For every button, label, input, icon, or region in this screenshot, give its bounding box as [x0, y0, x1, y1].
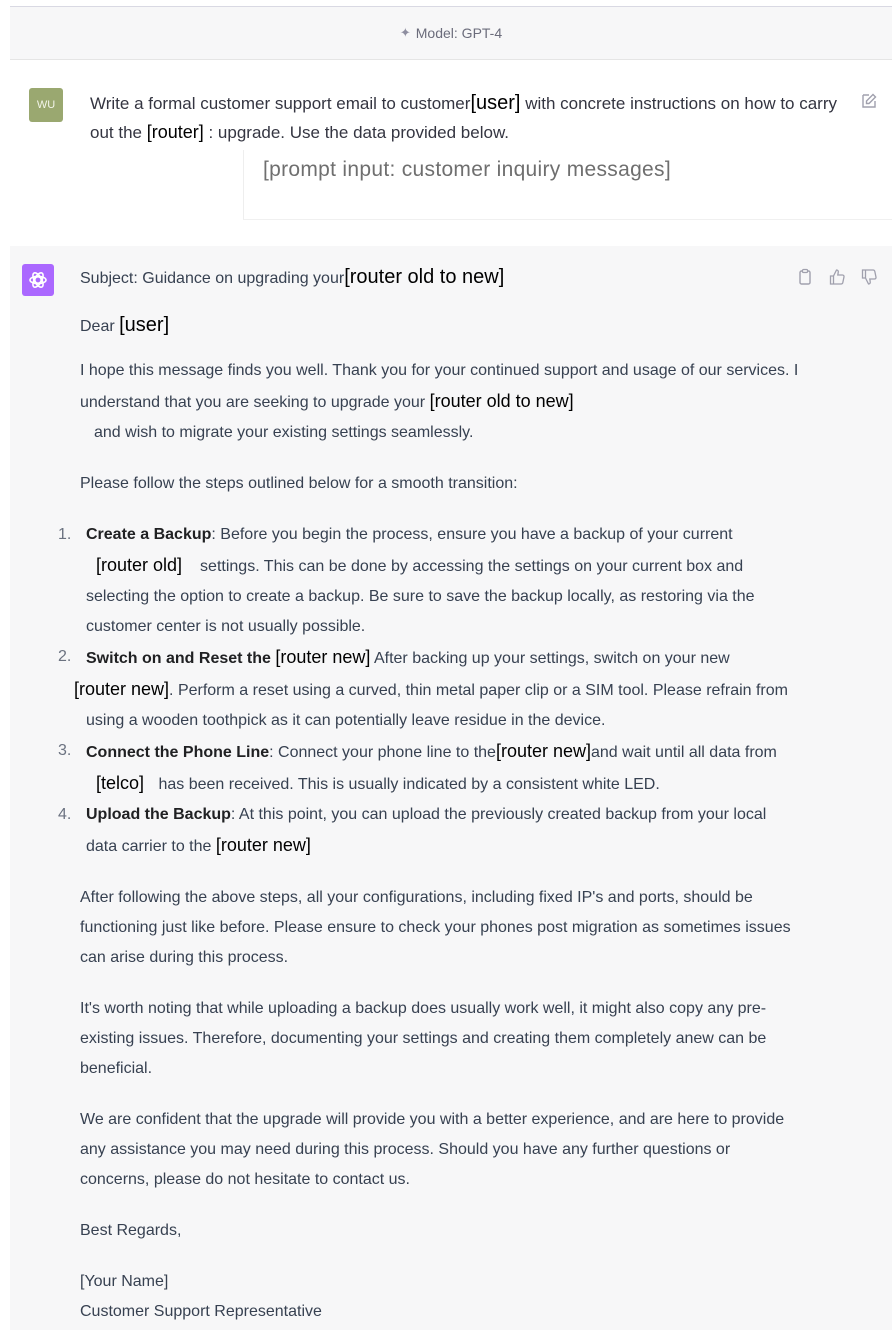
- step-text: and wait until all data from: [591, 744, 777, 761]
- signature: [Your Name] Customer Support Representat…: [80, 1267, 800, 1327]
- user-msg-part3: : upgrade. Use the data provided below.: [203, 123, 510, 142]
- steps-list: 1. Create a Backup: Before you begin the …: [58, 520, 800, 862]
- placeholder-router-new: [router new]: [495, 741, 591, 761]
- confident-paragraph: We are confident that the upgrade will p…: [80, 1111, 785, 1188]
- placeholder-telco: [telco]: [96, 773, 145, 793]
- placeholder-router-old-new: [router old to new]: [429, 391, 574, 411]
- step-number: 3.: [58, 742, 72, 759]
- step-text: : Connect your phone line to the: [269, 744, 496, 761]
- subject-prefix: Subject: Guidance on upgrading your: [80, 270, 345, 287]
- thumbs-up-icon[interactable]: [828, 268, 846, 286]
- model-header: ✦ Model: GPT-4: [10, 6, 892, 60]
- prompt-input-placeholder: [prompt input: customer inquiry messages…: [243, 150, 892, 220]
- step-title: Create a Backup: [86, 526, 212, 543]
- placeholder-user: [user]: [470, 92, 521, 114]
- step-title: Connect the Phone Line: [86, 744, 270, 761]
- placeholder-router: [router]: [146, 122, 204, 142]
- note-paragraph: It's worth noting that while uploading a…: [80, 1000, 767, 1077]
- placeholder-router-new: [router new]: [74, 679, 170, 699]
- placeholder-user: [user]: [119, 314, 170, 336]
- step-title: Switch on and Reset the: [86, 650, 276, 667]
- assistant-message: Subject: Guidance on upgrading your[rout…: [10, 246, 892, 1330]
- after-steps-paragraph: After following the above steps, all you…: [80, 889, 791, 966]
- step-number: 4.: [58, 806, 72, 823]
- dear-prefix: Dear: [80, 318, 120, 335]
- step-text: After backing up your settings, switch o…: [370, 650, 730, 667]
- list-item: 3. Connect the Phone Line: Connect your p…: [58, 736, 800, 800]
- email-subject: Subject: Guidance on upgrading your[rout…: [80, 262, 800, 294]
- model-label: Model: GPT-4: [415, 25, 503, 41]
- step-text: : Before you begin the process, ensure y…: [211, 526, 733, 543]
- gpt-logo-icon: [22, 264, 54, 296]
- signature-title: Customer Support Representative: [80, 1303, 322, 1320]
- step-number: 1.: [58, 526, 72, 543]
- edit-icon[interactable]: [860, 92, 878, 110]
- step-number: 2.: [58, 648, 72, 665]
- user-avatar: WU: [29, 88, 63, 122]
- signature-name: [Your Name]: [80, 1273, 169, 1290]
- user-message-text: Write a formal customer support email to…: [90, 89, 850, 147]
- placeholder-router-old: [router old]: [96, 555, 183, 575]
- steps-intro: Please follow the steps outlined below f…: [80, 475, 518, 492]
- placeholder-router-new: [router new]: [215, 835, 311, 855]
- step-title: Upload the Backup: [86, 806, 231, 823]
- user-message-row: WU Write a formal customer support email…: [10, 60, 892, 150]
- intro-paragraph: I hope this message finds you well. Than…: [80, 356, 800, 448]
- intro-text-b: and wish to migrate your existing settin…: [94, 424, 474, 441]
- closing: Best Regards,: [80, 1222, 182, 1239]
- assistant-email-content: Subject: Guidance on upgrading your[rout…: [58, 262, 800, 1327]
- list-item: 2. Switch on and Reset the [router new] A…: [58, 642, 800, 736]
- step-text: . Perform a reset using a curved, thin m…: [86, 682, 788, 729]
- placeholder-router-old-new: [router old to new]: [344, 266, 505, 288]
- list-item: 4. Upload the Backup: At this point, you …: [58, 800, 800, 862]
- message-actions: [796, 268, 878, 286]
- thumbs-down-icon[interactable]: [860, 268, 878, 286]
- step-text: has been received. This is usually indic…: [154, 776, 660, 793]
- placeholder-router-new: [router new]: [275, 647, 371, 667]
- sparkle-icon: ✦: [399, 25, 411, 40]
- list-item: 1. Create a Backup: Before you begin the …: [58, 520, 800, 642]
- salutation: Dear [user]: [80, 310, 800, 342]
- user-msg-part1: Write a formal customer support email to…: [90, 94, 471, 113]
